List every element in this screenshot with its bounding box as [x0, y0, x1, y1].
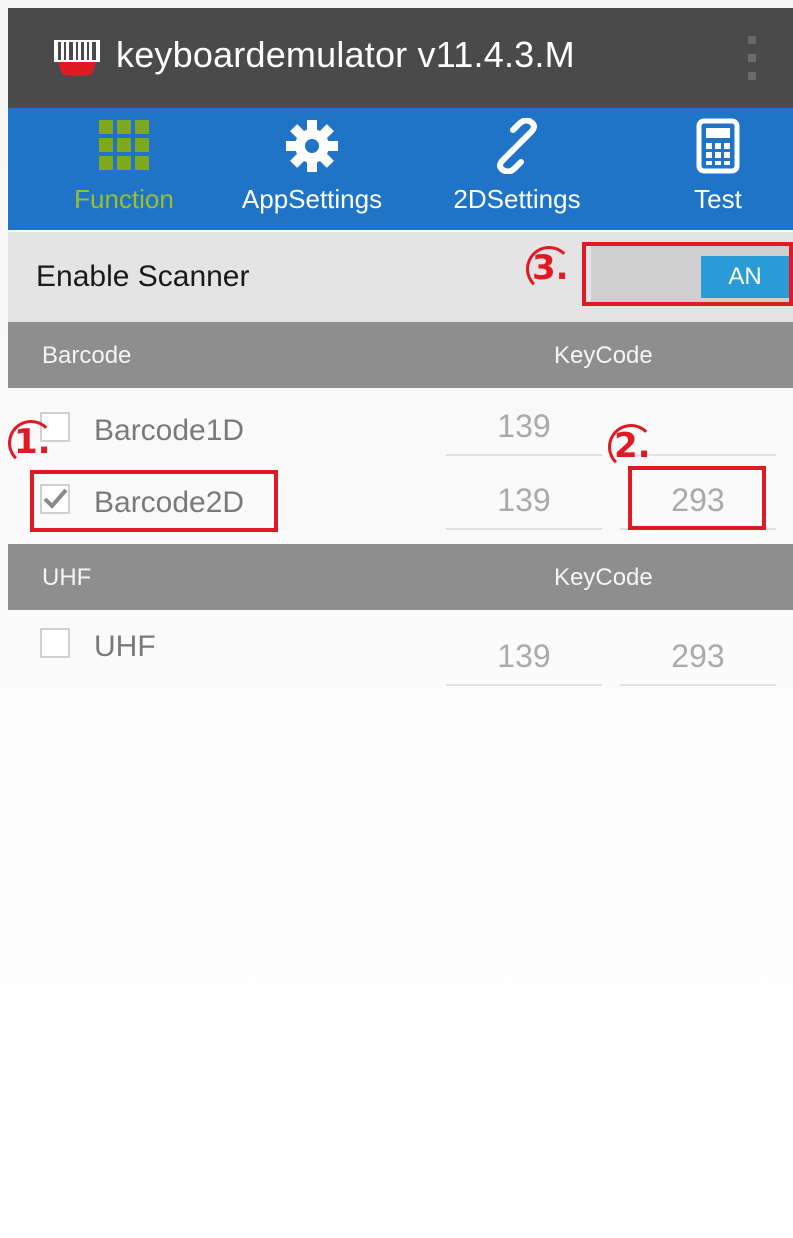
overflow-menu-icon[interactable] — [748, 36, 756, 86]
annotation-marker-1: 1. — [8, 420, 54, 466]
barcode-section-header: Barcode KeyCode — [8, 322, 793, 388]
tab-2dsettings-label: 2DSettings — [453, 184, 581, 214]
barcode-header-label: Barcode — [42, 342, 132, 369]
tab-appsettings[interactable]: AppSettings — [222, 108, 402, 230]
barcode1d-keycode1-underline — [446, 454, 602, 456]
uhf-checkbox[interactable] — [40, 628, 70, 658]
tab-2dsettings[interactable]: 2DSettings — [432, 108, 602, 230]
tab-bar: Function AppSettings 2DSettings Test — [8, 108, 793, 230]
uhf-keycode2-underline — [620, 684, 776, 686]
annotation-box-3 — [582, 242, 793, 306]
tab-test[interactable]: Test — [648, 108, 788, 230]
calculator-icon — [696, 118, 740, 179]
uhf-label: UHF — [94, 630, 156, 663]
enable-scanner-label: Enable Scanner — [36, 260, 250, 293]
tab-appsettings-label: AppSettings — [241, 184, 383, 214]
uhf-section-header: UHF KeyCode — [8, 544, 793, 610]
uhf-keycode1-input[interactable]: 139 — [446, 636, 602, 676]
tab-test-label: Test — [694, 184, 742, 214]
app-title: keyboardemulator v11.4.3.M — [116, 34, 575, 75]
barcode-keycode-header: KeyCode — [554, 342, 653, 369]
uhf-header-label: UHF — [42, 564, 92, 591]
uhf-keycode-header: KeyCode — [554, 564, 653, 591]
barcode2d-keycode1-input[interactable]: 139 — [446, 480, 602, 520]
annotation-marker-2: 2. — [608, 424, 654, 470]
uhf-keycode1-underline — [446, 684, 602, 686]
link-icon — [489, 117, 545, 179]
title-bar: keyboardemulator v11.4.3.M — [8, 8, 793, 108]
barcode2d-keycode1-underline — [446, 528, 602, 530]
annotation-marker-3: 3. — [526, 246, 572, 292]
uhf-keycode2-input[interactable]: 293 — [620, 636, 776, 676]
gear-icon — [284, 118, 340, 179]
grid-icon — [97, 118, 151, 177]
tab-function[interactable]: Function — [44, 108, 204, 230]
annotation-box-2 — [628, 466, 766, 530]
barcode-scanner-icon — [54, 38, 100, 78]
app-screen: keyboardemulator v11.4.3.M Function AppS… — [0, 0, 793, 1238]
annotation-box-1 — [30, 470, 278, 532]
barcode1d-label: Barcode1D — [94, 414, 245, 447]
tab-function-label: Function — [74, 184, 174, 214]
barcode1d-keycode1-input[interactable]: 139 — [446, 406, 602, 446]
